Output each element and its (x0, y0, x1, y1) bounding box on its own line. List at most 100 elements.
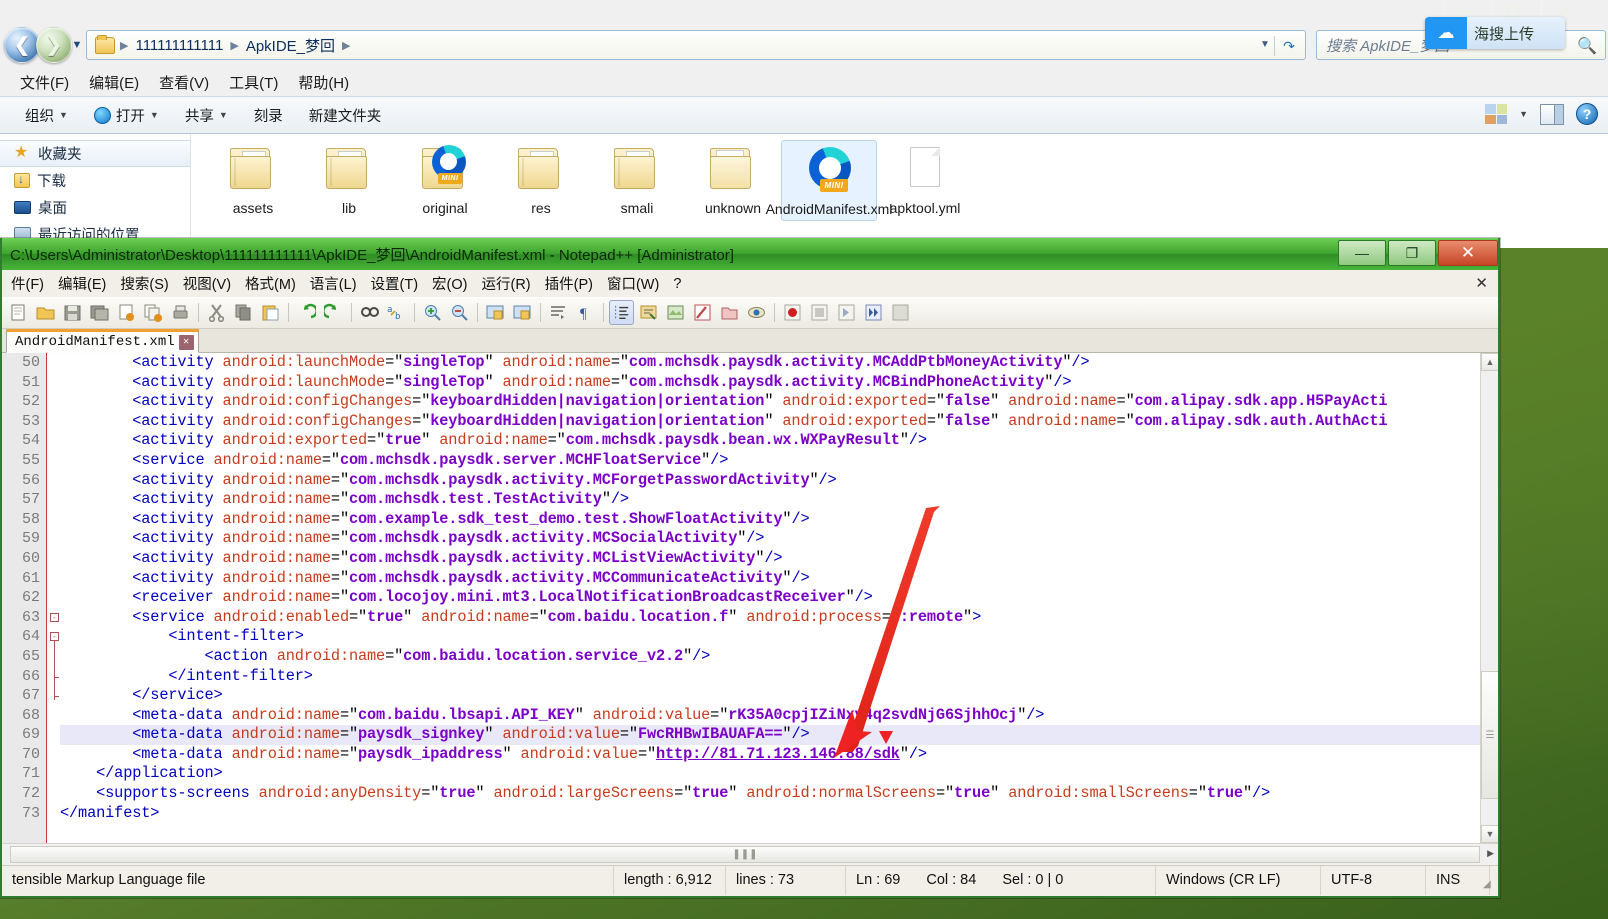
organize-button[interactable]: 组织 ▼ (14, 101, 79, 130)
upload-tooltip[interactable]: ☁ 海搜上传 (1425, 17, 1565, 49)
code-line[interactable]: <action android:name="com.baidu.location… (60, 647, 1480, 667)
code-line[interactable]: <activity android:launchMode="singleTop"… (60, 373, 1480, 393)
replace-icon[interactable]: ab (384, 300, 409, 325)
fold-marker[interactable]: - (50, 632, 59, 641)
back-arrow-icon[interactable]: ❮ (4, 27, 40, 63)
address-bar[interactable]: ▶ 111111111111 ▶ ApkIDE_梦回 ▶ ▼ ↷ (86, 30, 1306, 60)
open-button[interactable]: 打开 ▼ (83, 101, 170, 130)
close-document-icon[interactable]: ✕ (1475, 274, 1488, 292)
scroll-up-arrow-icon[interactable]: ▲ (1481, 353, 1498, 371)
menu-item-help[interactable]: 帮助(H) (288, 70, 359, 95)
menu-item-edit[interactable]: 编辑(E) (51, 270, 113, 297)
open-file-icon[interactable] (33, 300, 58, 325)
save-all-icon[interactable] (87, 300, 112, 325)
scroll-down-arrow-icon[interactable]: ▼ (1481, 825, 1498, 843)
sidebar-item-downloads[interactable]: 下载 (0, 167, 190, 194)
redo-icon[interactable] (321, 300, 346, 325)
list-item[interactable]: apktool.yml (877, 140, 973, 219)
code-line[interactable]: <activity android:name="com.mchsdk.paysd… (60, 529, 1480, 549)
code-line[interactable]: <activity android:name="com.example.sdk_… (60, 510, 1480, 530)
list-item-androidmanifest[interactable]: MINI AndroidManifest.xml (781, 140, 877, 221)
close-all-files-icon[interactable] (141, 300, 166, 325)
show-all-characters-icon[interactable]: ¶ (573, 300, 598, 325)
code-line[interactable]: <activity android:configChanges="keyboar… (60, 392, 1480, 412)
view-layout-icon[interactable] (1485, 104, 1507, 124)
code-line[interactable]: <meta-data android:name="paysdk_ipaddres… (60, 745, 1480, 765)
address-dropdown-icon[interactable]: ▼ (1259, 39, 1271, 51)
help-icon[interactable]: ? (1576, 103, 1598, 125)
new-folder-button[interactable]: 新建文件夹 (298, 101, 393, 130)
menu-item-run[interactable]: 运行(R) (474, 270, 537, 297)
word-wrap-icon[interactable] (546, 300, 571, 325)
sync-vertical-scroll-icon[interactable] (483, 300, 508, 325)
code-line[interactable]: <activity android:name="com.mchsdk.paysd… (60, 569, 1480, 589)
horizontal-scrollbar-thumb[interactable]: ❚❚❚ (10, 846, 1480, 863)
code-line[interactable]: </application> (60, 764, 1480, 784)
menu-item-tools[interactable]: 工具(T) (219, 70, 288, 95)
code-line[interactable]: <supports-screens android:anyDensity="tr… (60, 784, 1480, 804)
list-item[interactable]: MINI original (397, 140, 493, 219)
breadcrumb-item-1[interactable]: ApkIDE_梦回 (242, 35, 339, 56)
editor-vertical-scrollbar[interactable]: ▲ ☰ ▼ (1480, 353, 1498, 843)
menu-item-macro[interactable]: 宏(O) (425, 270, 474, 297)
menu-item-view[interactable]: 视图(V) (176, 270, 238, 297)
code-line[interactable]: <activity android:name="com.mchsdk.test.… (60, 490, 1480, 510)
undo-icon[interactable] (294, 300, 319, 325)
new-file-icon[interactable] (6, 300, 31, 325)
function-list-icon[interactable] (690, 300, 715, 325)
code-line[interactable]: <receiver android:name="com.locojoy.mini… (60, 588, 1480, 608)
paste-icon[interactable] (258, 300, 283, 325)
indent-guideline-icon[interactable] (609, 300, 634, 325)
close-icon[interactable]: ✕ (179, 335, 194, 350)
list-item[interactable]: lib (301, 140, 397, 219)
monitoring-icon[interactable] (744, 300, 769, 325)
zoom-in-icon[interactable] (420, 300, 445, 325)
code-line[interactable]: </intent-filter> (60, 667, 1480, 687)
start-record-macro-icon[interactable] (780, 300, 805, 325)
list-item[interactable]: smali (589, 140, 685, 219)
sync-horizontal-scroll-icon[interactable] (510, 300, 535, 325)
save-icon[interactable] (60, 300, 85, 325)
code-line[interactable]: <service android:enabled="true" android:… (60, 608, 1480, 628)
sidebar-item-desktop[interactable]: 桌面 (0, 194, 190, 221)
folder-as-workspace-icon[interactable] (717, 300, 742, 325)
save-macro-icon[interactable] (888, 300, 913, 325)
editor-horizontal-scrollbar[interactable]: ❚❚❚ ▶ (2, 843, 1498, 865)
menu-item-format[interactable]: 格式(M) (238, 270, 303, 297)
copy-icon[interactable] (231, 300, 256, 325)
document-map-icon[interactable] (663, 300, 688, 325)
code-line[interactable]: <activity android:name="com.mchsdk.paysd… (60, 471, 1480, 491)
menu-item-file[interactable]: 件(F) (4, 270, 51, 297)
menu-item-window[interactable]: 窗口(W) (600, 270, 666, 297)
code-text[interactable]: <activity android:launchMode="singleTop"… (60, 353, 1480, 843)
playback-macro-icon[interactable] (834, 300, 859, 325)
code-line[interactable]: <activity android:exported="true" androi… (60, 431, 1480, 451)
resize-grip-icon[interactable]: ◢ (1483, 879, 1495, 891)
notepadpp-minimize-button[interactable]: — (1338, 240, 1386, 266)
burn-button[interactable]: 刻录 (243, 101, 294, 130)
sidebar-item-favorites[interactable]: ★ 收藏夹 (0, 140, 190, 167)
menu-item-language[interactable]: 语言(L) (303, 270, 364, 297)
code-line[interactable]: <activity android:name="com.mchsdk.paysd… (60, 549, 1480, 569)
code-line[interactable]: </service> (60, 686, 1480, 706)
close-file-icon[interactable] (114, 300, 139, 325)
menu-item-settings[interactable]: 设置(T) (364, 270, 426, 297)
print-icon[interactable] (168, 300, 193, 325)
find-icon[interactable] (357, 300, 382, 325)
menu-item-help[interactable]: ? (666, 273, 688, 295)
notepadpp-maximize-button[interactable]: ❐ (1388, 240, 1436, 266)
run-macro-multiple-times-icon[interactable] (861, 300, 886, 325)
code-line[interactable]: <meta-data android:name="paysdk_signkey"… (60, 725, 1480, 745)
menu-item-search[interactable]: 搜索(S) (113, 270, 175, 297)
scroll-right-arrow-icon[interactable]: ▶ (1487, 848, 1494, 859)
cut-icon[interactable] (204, 300, 229, 325)
stop-record-macro-icon[interactable] (807, 300, 832, 325)
tab-androidmanifest-xml[interactable]: AndroidManifest.xml ✕ (6, 329, 199, 353)
code-line[interactable]: </manifest> (60, 804, 1480, 824)
fold-margin[interactable]: -- (46, 353, 60, 843)
user-defined-dialog-icon[interactable] (636, 300, 661, 325)
code-editor[interactable]: 5051525354555657585960616263646566676869… (2, 353, 1498, 843)
forward-arrow-icon[interactable]: ❯ (36, 27, 72, 63)
code-line[interactable]: <service android:name="com.mchsdk.paysdk… (60, 451, 1480, 471)
code-line[interactable]: <activity android:launchMode="singleTop"… (60, 353, 1480, 373)
